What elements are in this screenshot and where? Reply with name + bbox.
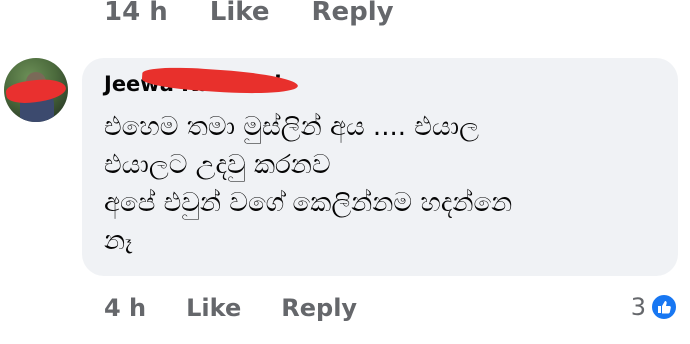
reply-button[interactable]: Reply — [281, 294, 357, 322]
comment-time[interactable]: 4 h — [104, 294, 146, 322]
comment-actions: 4 h Like Reply — [104, 288, 357, 328]
avatar[interactable] — [4, 58, 68, 122]
like-button[interactable]: Like — [186, 294, 241, 322]
like-thumb-icon — [650, 293, 678, 321]
previous-comment-time[interactable]: 14 h — [104, 0, 168, 27]
previous-reply-button[interactable]: Reply — [311, 0, 393, 27]
reaction-summary[interactable]: 3 — [631, 290, 678, 324]
previous-like-button[interactable]: Like — [210, 0, 270, 27]
comment-bubble: Jeewa Kasthuri එහෙම තමා මුස්ලින් අය ....… — [82, 58, 678, 276]
reaction-count: 3 — [630, 293, 646, 321]
comment-text: එහෙම තමා මුස්ලින් අය .... එයාල එයාලට උදව… — [104, 112, 513, 256]
avatar-redaction — [4, 75, 68, 107]
previous-comment-actions: 14 h Like Reply — [104, 0, 394, 32]
